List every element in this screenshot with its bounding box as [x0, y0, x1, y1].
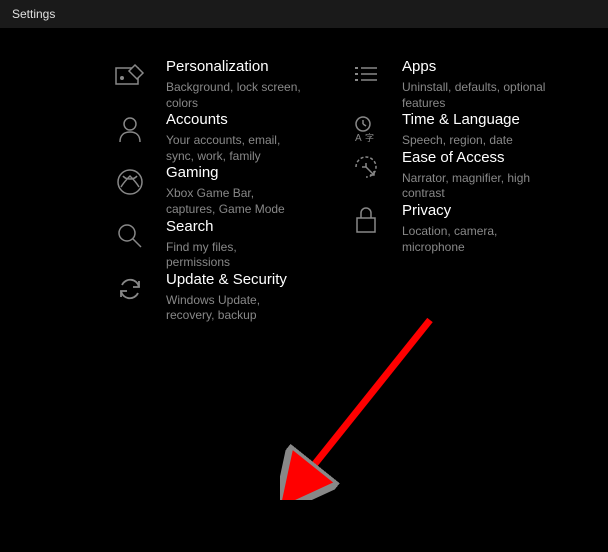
svg-text:字: 字: [365, 132, 374, 143]
tile-desc: Uninstall, defaults, optional features: [402, 80, 562, 111]
tile-time-language[interactable]: A 字 Time & Language Speech, region, date: [350, 111, 608, 149]
apps-icon: [350, 60, 382, 92]
tile-personalization[interactable]: Personalization Background, lock screen,…: [114, 58, 304, 111]
tile-privacy[interactable]: Privacy Location, camera, microphone: [350, 202, 608, 255]
tile-ease-of-access[interactable]: Ease of Access Narrator, magnifier, high…: [350, 149, 608, 202]
tile-desc: Windows Update, recovery, backup: [166, 293, 304, 324]
tile-title: Privacy: [402, 202, 562, 220]
tile-title: Accounts: [166, 111, 304, 129]
ease-of-access-icon: [350, 151, 382, 183]
tile-title: Personalization: [166, 58, 304, 76]
settings-grid: Personalization Background, lock screen,…: [0, 28, 608, 324]
svg-text:A: A: [355, 133, 362, 143]
update-security-icon: [114, 273, 146, 305]
tile-desc: Find my files, permissions: [166, 240, 304, 271]
accounts-icon: [114, 113, 146, 145]
tile-title: Ease of Access: [402, 149, 562, 167]
tile-desc: Xbox Game Bar, captures, Game Mode: [166, 186, 304, 217]
tile-accounts[interactable]: Accounts Your accounts, email, sync, wor…: [114, 111, 304, 164]
tile-desc: Your accounts, email, sync, work, family: [166, 133, 304, 164]
window-title: Settings: [12, 7, 55, 21]
tile-gaming[interactable]: Gaming Xbox Game Bar, captures, Game Mod…: [114, 164, 304, 217]
gaming-icon: [114, 166, 146, 198]
tile-update-security[interactable]: Update & Security Windows Update, recove…: [114, 271, 304, 324]
tile-title: Gaming: [166, 164, 304, 182]
tile-apps[interactable]: Apps Uninstall, defaults, optional featu…: [350, 58, 608, 111]
tile-title: Search: [166, 218, 304, 236]
tile-desc: Background, lock screen, colors: [166, 80, 304, 111]
tile-title: Update & Security: [166, 271, 304, 289]
window-titlebar: Settings: [0, 0, 608, 28]
privacy-icon: [350, 204, 382, 236]
search-icon: [114, 220, 146, 252]
personalization-icon: [114, 60, 146, 92]
tile-desc: Speech, region, date: [402, 133, 520, 149]
tile-desc: Narrator, magnifier, high contrast: [402, 171, 562, 202]
tile-title: Apps: [402, 58, 562, 76]
tile-desc: Location, camera, microphone: [402, 224, 562, 255]
tile-search[interactable]: Search Find my files, permissions: [114, 218, 304, 271]
tile-title: Time & Language: [402, 111, 520, 129]
time-language-icon: A 字: [350, 113, 382, 145]
annotation-arrow: [280, 310, 440, 500]
